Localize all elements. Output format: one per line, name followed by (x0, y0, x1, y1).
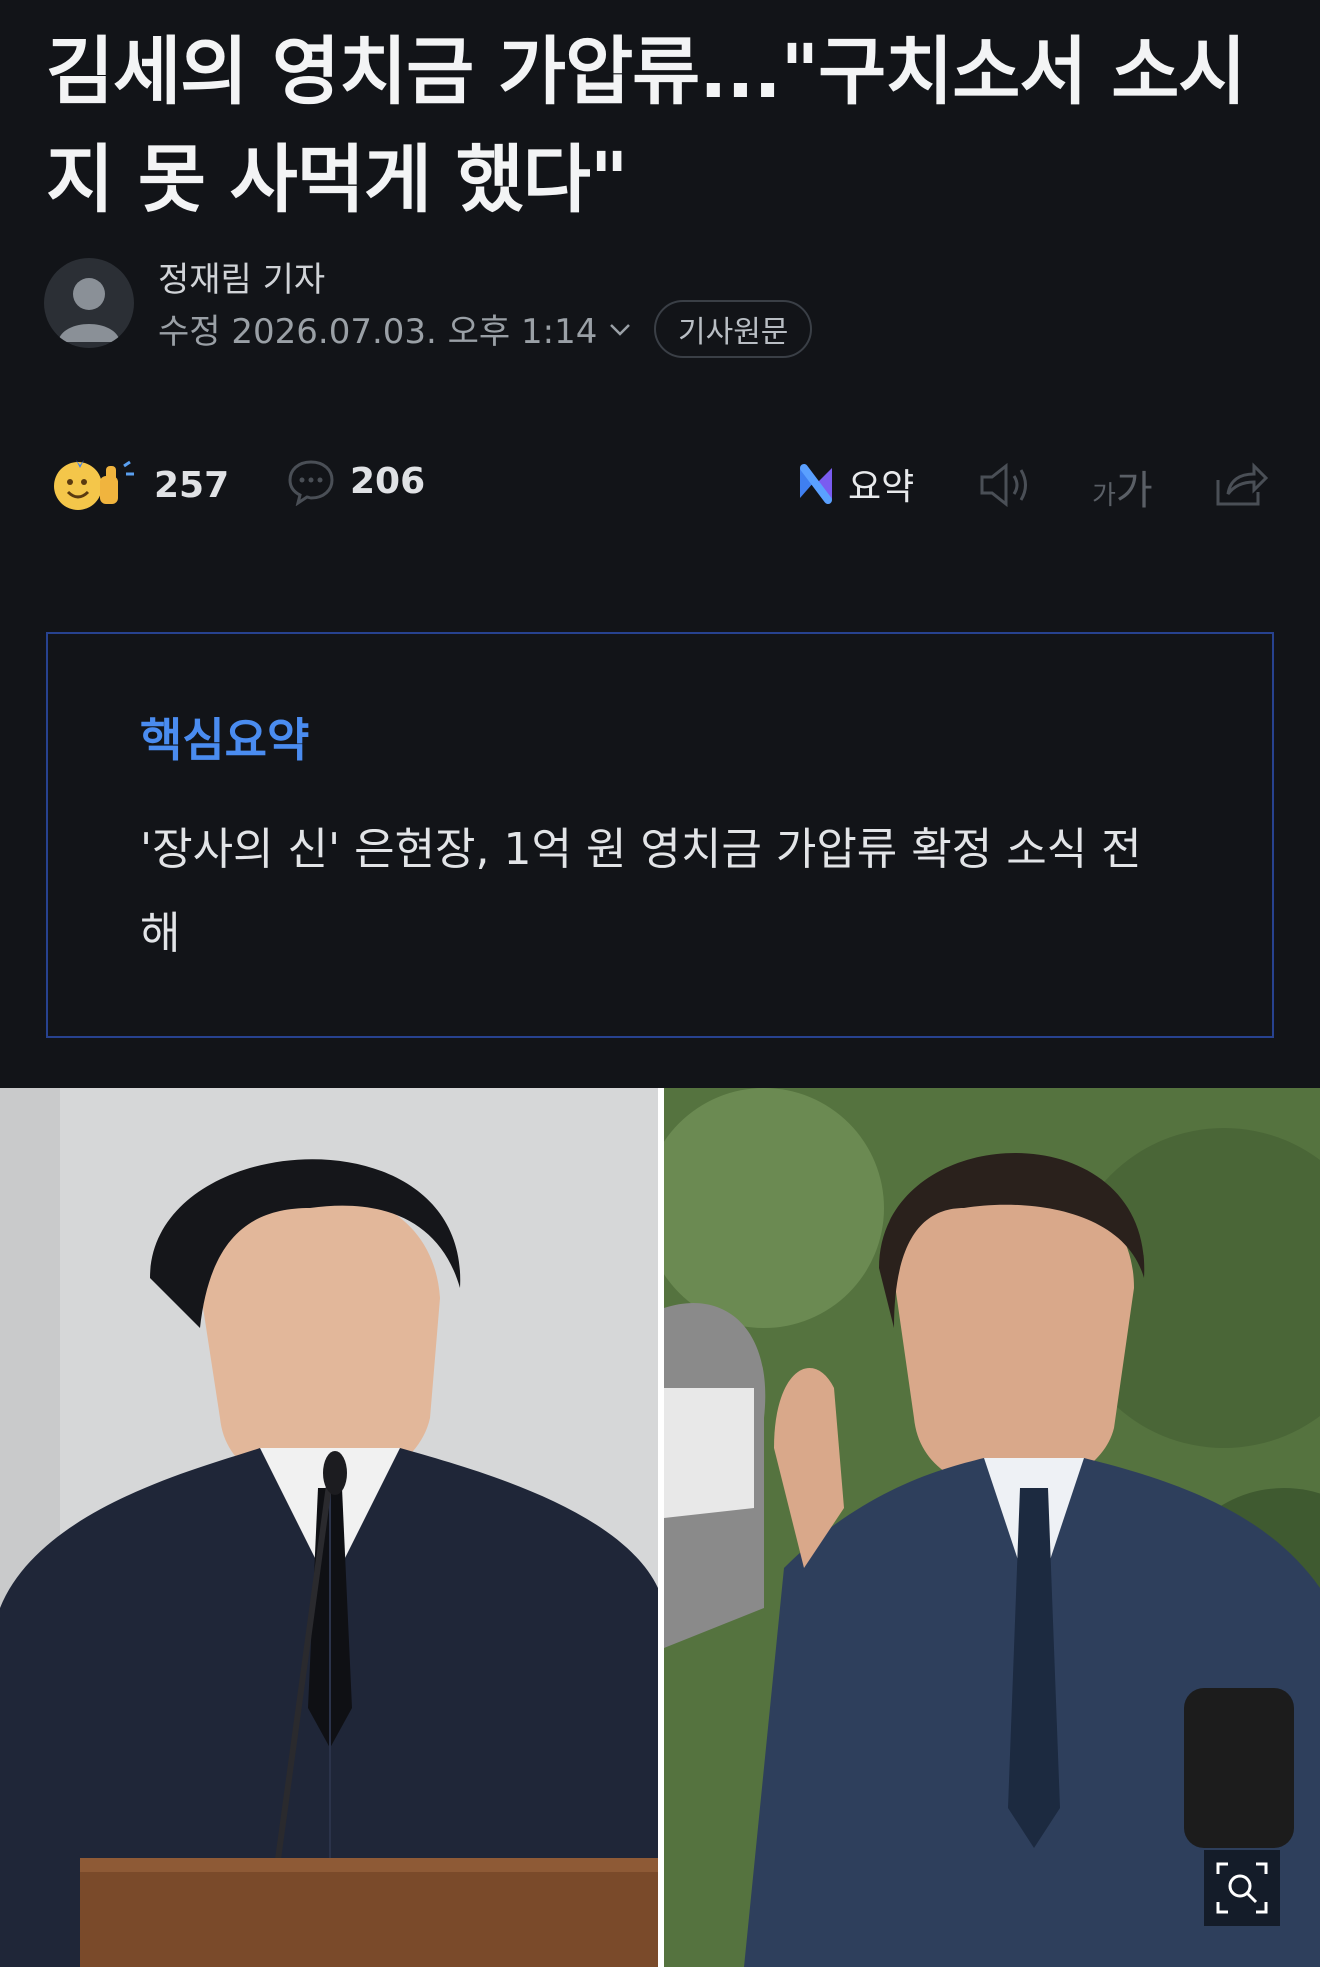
chevron-down-icon (610, 323, 631, 336)
avatar-icon[interactable] (44, 258, 134, 348)
ai-summary-button[interactable]: 요약 (794, 458, 914, 510)
summary-title: 핵심요약 (140, 713, 310, 767)
summary-label: 요약 (848, 467, 915, 508)
font-size-icon[interactable]: 가가 (1092, 458, 1153, 516)
reaction-count: 257 (154, 464, 230, 506)
share-icon (1216, 462, 1269, 506)
comment-count: 206 (350, 460, 426, 502)
zoom-button[interactable] (1204, 1850, 1280, 1926)
article-date[interactable]: 수정 2026.07.03. 오후 1:14 (158, 304, 633, 353)
comment-icon (288, 460, 334, 506)
font-size-small-label: 가 (1092, 481, 1116, 511)
person-photo-right (664, 1088, 1320, 1967)
ai-summary-icon (800, 464, 832, 504)
article-toolbar: 257 206 요약 가가 (50, 450, 1270, 520)
speaker-icon (980, 462, 1027, 508)
article-photo-left[interactable] (0, 1088, 658, 1967)
font-size-large-label: 가 (1115, 468, 1153, 514)
reaction-emoji-icon (54, 460, 134, 510)
person-photo-left (0, 1088, 658, 1967)
reporter-name[interactable]: 정재림 기자 (158, 252, 325, 301)
article-photo-right[interactable] (664, 1088, 1320, 1967)
original-article-button[interactable]: 기사원문 (654, 300, 813, 358)
summary-text: '장사의 신' 은현장, 1억 원 영치금 가압류 확정 소식 전해 (140, 824, 1142, 959)
key-summary-box: 핵심요약 '장사의 신' 은현장, 1억 원 영치금 가압류 확정 소식 전해 (46, 632, 1274, 1038)
byline: 정재림 기자 수정 2026.07.03. 오후 1:14 기사원문 (44, 252, 1284, 362)
text-to-speech-button[interactable] (976, 460, 1036, 514)
comment-button[interactable]: 206 (286, 456, 425, 506)
date-label: 수정 2026.07.03. 오후 1:14 (158, 312, 598, 352)
article-headline: 김세의 영치금 가압류..."구치소서 소시지 못 사먹게 했다" (46, 29, 1246, 223)
reaction-button[interactable]: 257 (50, 456, 229, 514)
share-button[interactable] (1214, 458, 1270, 512)
zoom-icon (1216, 1862, 1268, 1914)
